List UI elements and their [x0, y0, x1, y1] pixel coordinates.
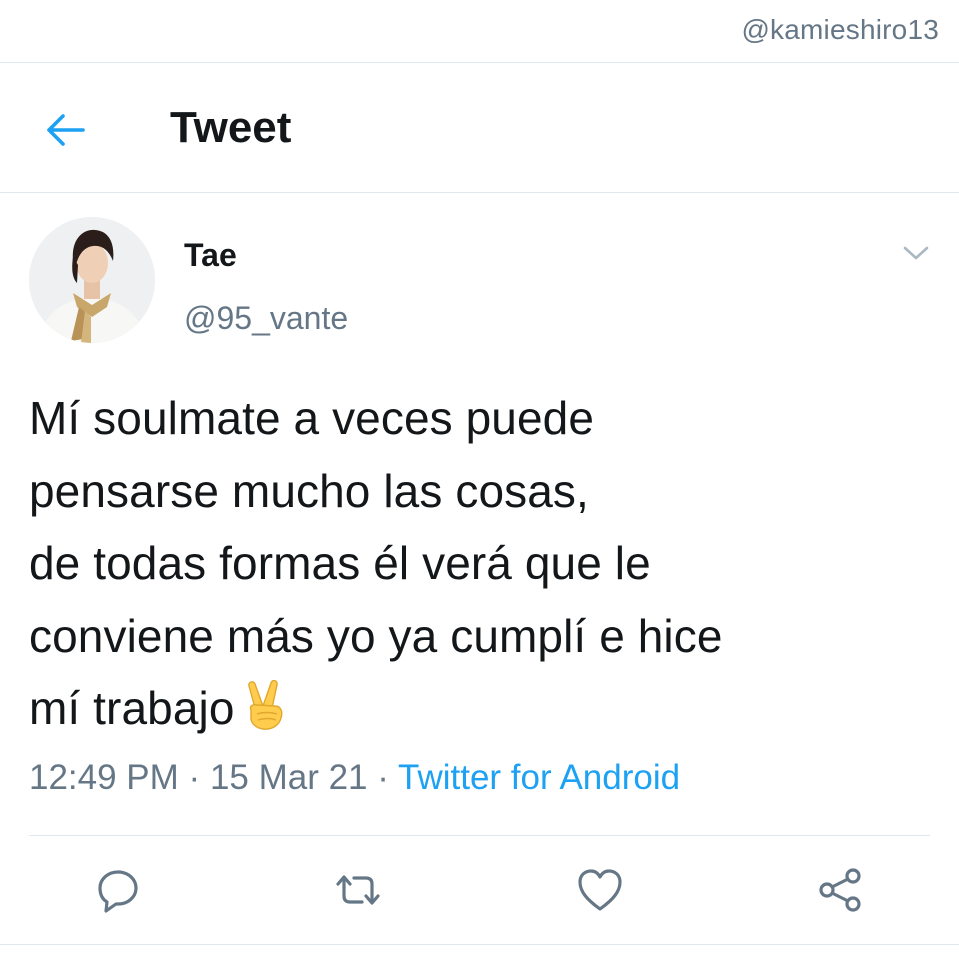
- like-button[interactable]: [572, 862, 628, 918]
- victory-hand-emoji: [241, 678, 287, 751]
- app-header: Tweet: [0, 63, 959, 193]
- retweet-icon: [336, 875, 380, 905]
- meta-separator: ·: [188, 758, 201, 797]
- tweet-text: Mí soulmate a veces puede pensarse mucho…: [29, 382, 929, 751]
- tweet-line: Mí soulmate a veces puede: [29, 392, 595, 444]
- chevron-down-icon: [903, 246, 929, 260]
- header-divider: [0, 192, 959, 193]
- tweet-date: 15 Mar 21: [209, 758, 368, 797]
- watermark-username: @kamieshiro13: [741, 14, 939, 45]
- tweet-line-last: mí trabajo: [29, 672, 929, 751]
- reply-icon: [98, 870, 138, 913]
- tweet-line: pensarse mucho las cosas,: [29, 464, 589, 517]
- tweet-line: de todas formas él verá que le: [29, 537, 651, 589]
- tweet-actions: [0, 862, 959, 918]
- profile-photo-icon: [29, 217, 155, 343]
- tweet-time: 12:49 PM: [29, 758, 179, 797]
- arrow-left-icon: [47, 114, 85, 146]
- avatar[interactable]: [29, 217, 155, 343]
- share-icon: [819, 868, 861, 912]
- bottom-divider: [0, 944, 959, 945]
- meta-divider: [29, 835, 930, 836]
- tweet-options-button[interactable]: [899, 238, 933, 268]
- meta-separator: ·: [377, 758, 389, 797]
- author-handle[interactable]: @95_vante: [184, 300, 348, 337]
- tweet-meta: 12:49 PM · 15 Mar 21 · Twitter for Andro…: [29, 758, 680, 798]
- tweet-line: conviene más yo ya cumplí e hice: [29, 609, 723, 662]
- heart-icon: [578, 869, 622, 911]
- tweet-line: mí trabajo: [29, 682, 235, 734]
- tweet-source-link[interactable]: Twitter for Android: [398, 758, 680, 797]
- back-button[interactable]: [40, 107, 90, 153]
- share-button[interactable]: [812, 862, 868, 918]
- author-name[interactable]: Tae: [184, 237, 237, 274]
- reply-button[interactable]: [90, 862, 146, 918]
- retweet-button[interactable]: [330, 862, 386, 918]
- page-title: Tweet: [170, 103, 292, 152]
